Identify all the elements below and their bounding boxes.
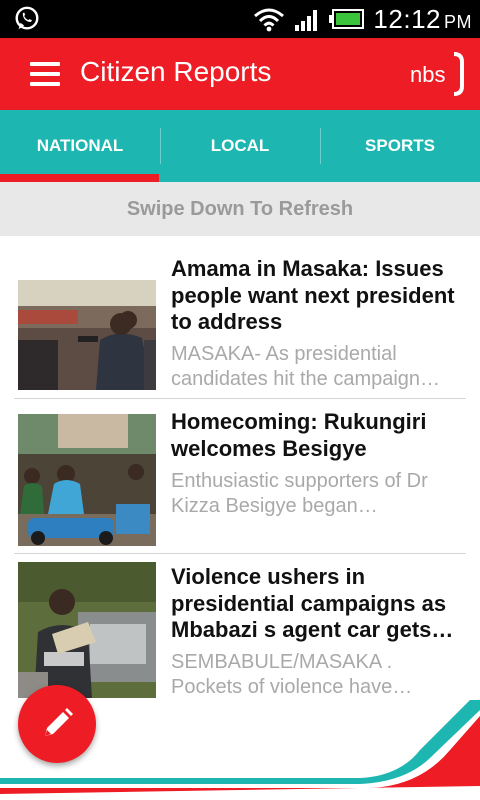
snippet-line: Enthusiastic supporters of Dr xyxy=(171,470,428,492)
snippet-line: SEMBABULE/MASAKA . xyxy=(171,651,393,673)
article-thumbnail xyxy=(18,562,156,698)
title-line: welcomes Besigye xyxy=(171,435,367,461)
compose-fab-button[interactable] xyxy=(18,685,96,763)
clock-ampm: PM xyxy=(444,11,472,32)
signal-icon xyxy=(295,10,318,31)
title-line: Homecoming: Rukungiri xyxy=(171,409,427,434)
tab-sports[interactable]: SPORTS xyxy=(320,110,480,182)
clock: 12:12 PM xyxy=(373,4,472,35)
refresh-hint: Swipe Down To Refresh xyxy=(0,182,480,236)
tab-national[interactable]: NATIONAL xyxy=(0,110,160,182)
title-line: Amama in Masaka: Issues xyxy=(171,256,444,281)
wifi-icon xyxy=(254,8,285,32)
screen: 12:12 PM Citizen Reports nbs NATIONAL LOC… xyxy=(0,0,480,800)
status-icons: 12:12 PM xyxy=(253,4,472,34)
nbs-logo: nbs xyxy=(410,52,464,96)
app-title: Citizen Reports xyxy=(80,56,272,87)
tab-label: LOCAL xyxy=(210,136,270,155)
active-tab-indicator xyxy=(0,174,159,182)
title-line: to address xyxy=(171,309,283,334)
snippet-line: Kizza Besigye began… xyxy=(171,494,378,517)
article-title: Amama in Masaka: Issues people want next… xyxy=(171,256,461,336)
battery-icon xyxy=(329,9,365,29)
clock-time: 12:12 xyxy=(373,3,441,34)
article-title: Homecoming: Rukungiri welcomes Besigye xyxy=(171,409,461,462)
title-line: presidential campaigns as xyxy=(171,590,447,616)
app-bar: Citizen Reports nbs xyxy=(0,38,480,110)
snippet-line: candidates hit the campaign… xyxy=(171,367,441,390)
article-snippet: MASAKA- As presidential candidates hit t… xyxy=(171,342,461,391)
tab-local[interactable]: LOCAL xyxy=(160,110,320,182)
snippet-line: MASAKA- As presidential xyxy=(171,343,397,365)
article-thumbnail xyxy=(18,414,156,546)
status-bar: 12:12 PM xyxy=(0,0,480,38)
whatsapp-icon xyxy=(15,6,39,30)
tab-label: NATIONAL xyxy=(36,136,124,155)
tab-label: SPORTS xyxy=(365,136,435,155)
article-item[interactable]: Homecoming: Rukungiri welcomes Besigye E… xyxy=(0,399,480,553)
pencil-icon xyxy=(45,708,73,736)
article-snippet: Enthusiastic supporters of Dr Kizza Besi… xyxy=(171,469,461,518)
article-title: Violence ushers in presidential campaign… xyxy=(171,564,461,644)
title-line: people want next president xyxy=(171,282,455,308)
menu-button[interactable] xyxy=(22,58,64,90)
title-line: Mbabazi s agent car gets… xyxy=(171,617,454,642)
article-thumbnail xyxy=(18,280,156,390)
logo-text: nbs xyxy=(410,62,445,87)
title-line: Violence ushers in xyxy=(171,564,366,589)
article-item[interactable]: Amama in Masaka: Issues people want next… xyxy=(0,236,480,398)
article-item[interactable]: Violence ushers in presidential campaign… xyxy=(0,554,480,704)
tab-bar: NATIONAL LOCAL SPORTS xyxy=(0,110,480,182)
